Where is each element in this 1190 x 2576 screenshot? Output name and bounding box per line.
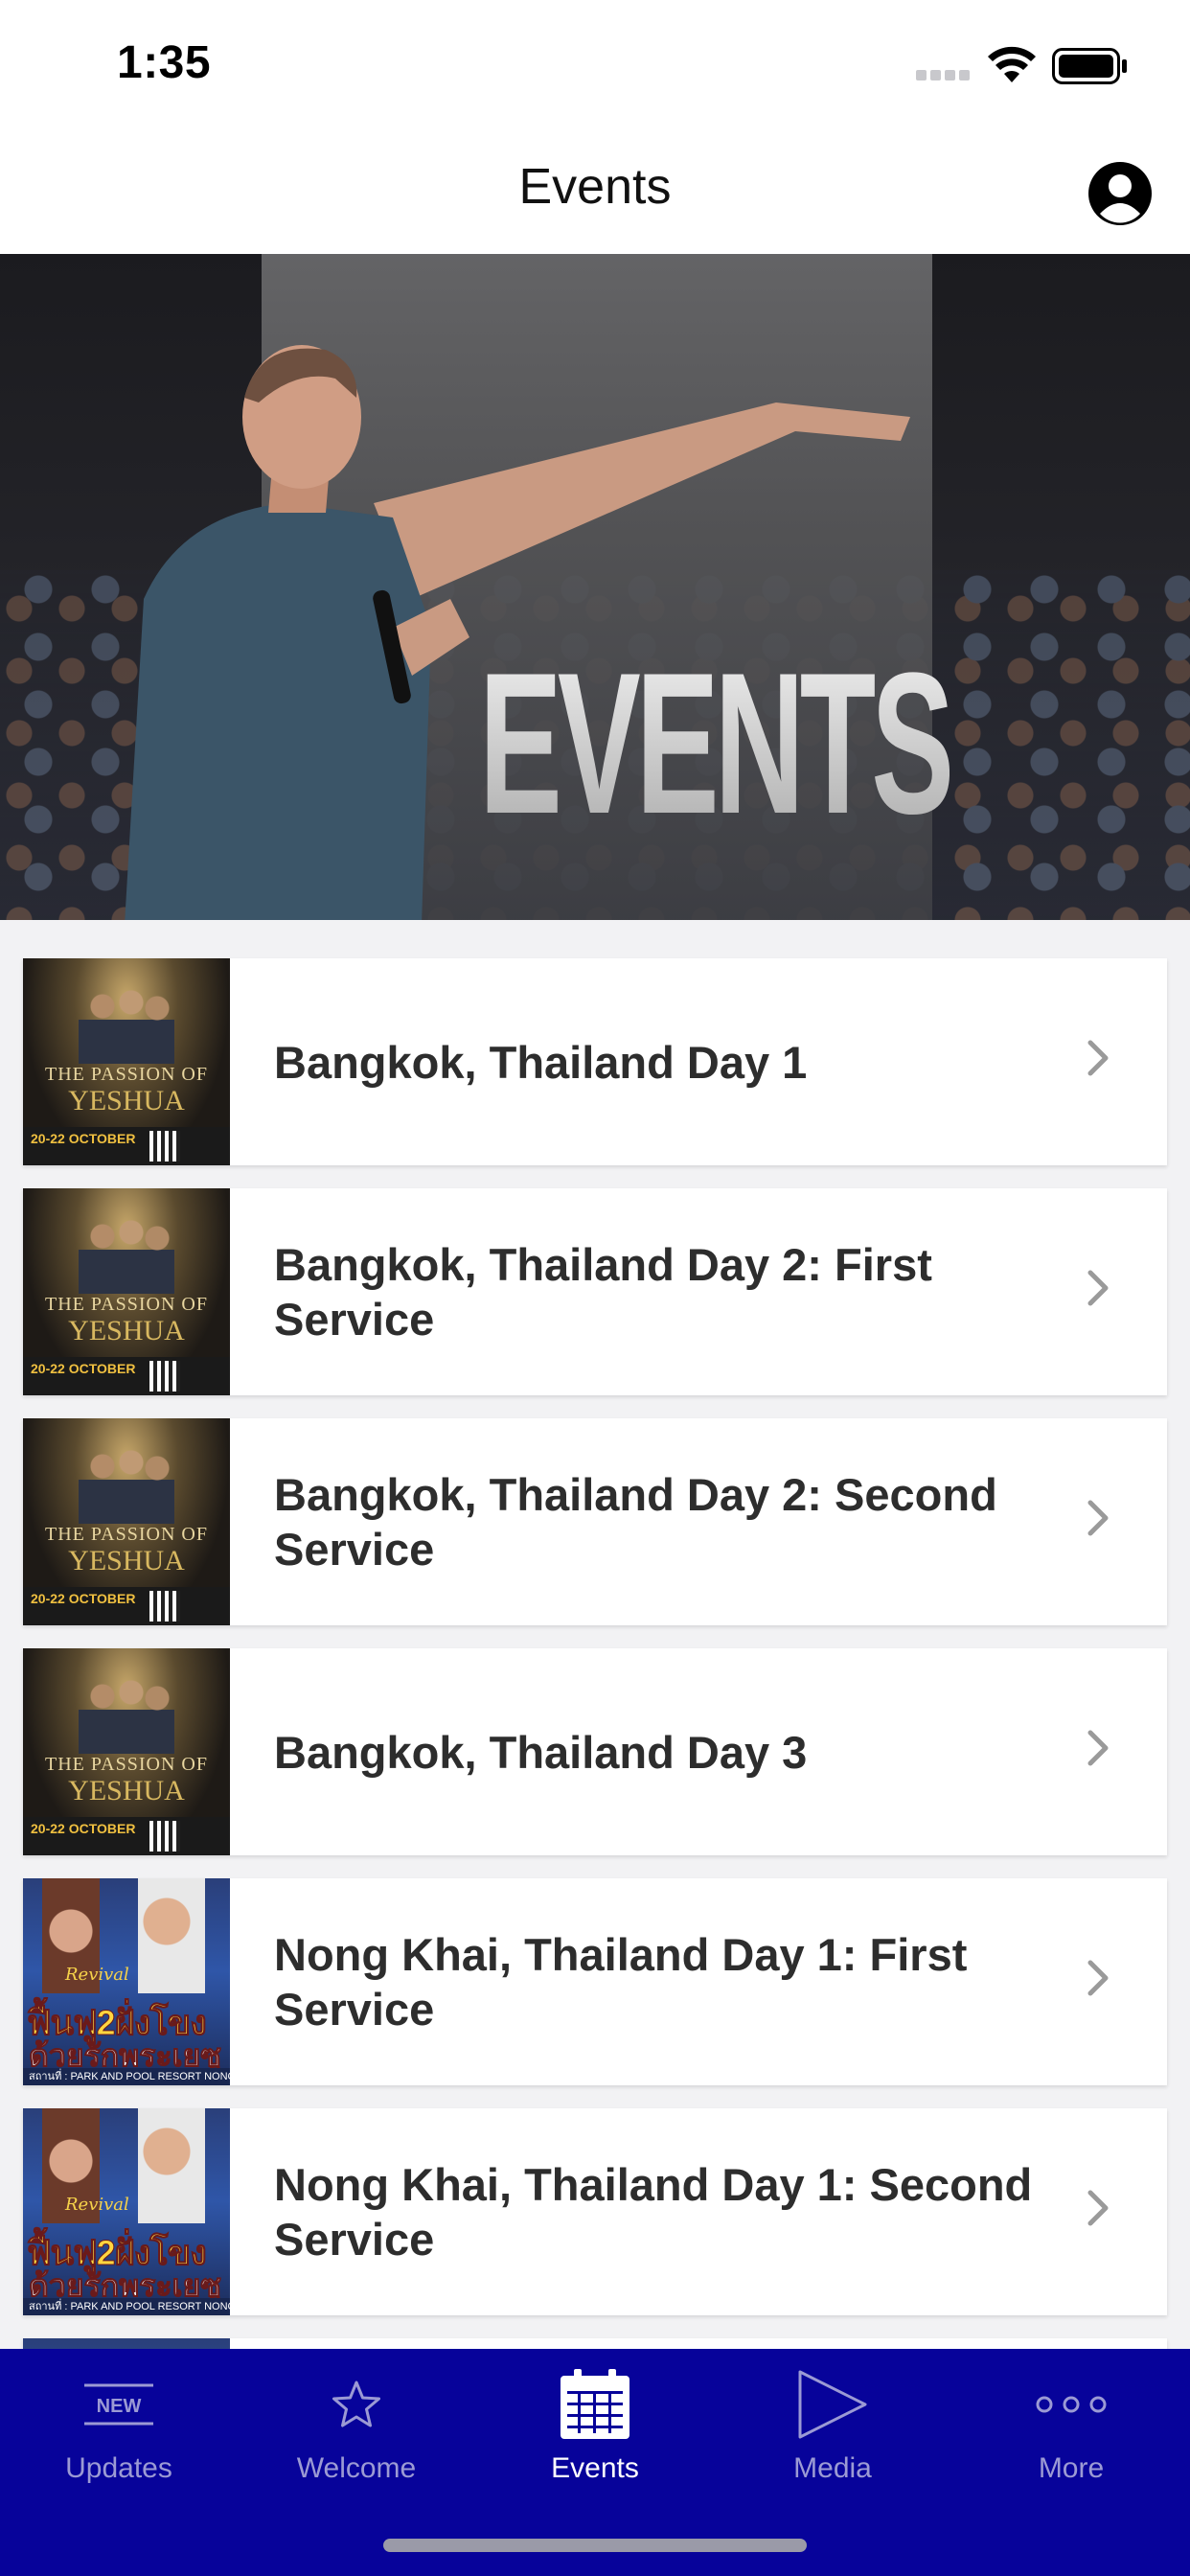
event-card[interactable]: THE PASSION OF YESHUA 20-22 OCTOBER Bang… — [23, 1648, 1167, 1855]
tab-label: More — [1038, 2452, 1105, 2484]
home-indicator[interactable] — [383, 2539, 807, 2552]
profile-icon[interactable] — [1087, 160, 1154, 227]
thumbnail-date: 20-22 OCTOBER — [31, 1361, 136, 1376]
event-thumbnail: THE PASSION OF YESHUA 20-22 OCTOBER — [23, 1418, 230, 1625]
chevron-right-icon — [1087, 1500, 1109, 1536]
tab-media[interactable]: Media — [714, 2349, 951, 2493]
thumbnail-title: THE PASSION OF — [45, 1064, 208, 1085]
event-card[interactable]: Revival ฟื้นฟู2ฝั่งโขง ด้วยรักพระเยซู สถ… — [23, 2108, 1167, 2315]
wifi-icon — [988, 46, 1036, 82]
chevron-right-icon — [1087, 1270, 1109, 1306]
chevron-right-icon — [1087, 1040, 1109, 1076]
event-title: Bangkok, Thailand Day 3 — [274, 1726, 808, 1778]
hero-banner: EVENTS — [0, 254, 1190, 920]
event-card[interactable]: THE PASSION OF YESHUA 20-22 OCTOBER Bang… — [23, 958, 1167, 1165]
page-title: Events — [518, 159, 672, 215]
new-badge-icon: NEW — [84, 2383, 153, 2426]
status-time: 1:35 — [117, 37, 212, 88]
chevron-right-icon — [1087, 1960, 1109, 1996]
thumbnail-script: Revival — [65, 1965, 129, 1985]
event-card[interactable]: THE PASSION OF YESHUA 20-22 OCTOBER Bang… — [23, 1188, 1167, 1395]
calendar-icon — [561, 2369, 629, 2439]
thumbnail-title: THE PASSION OF — [45, 1294, 208, 1315]
tab-label: Events — [551, 2452, 639, 2484]
thumbnail-date: 20-22 OCTOBER — [31, 1591, 136, 1606]
tab-updates[interactable]: NEW Updates — [0, 2349, 238, 2493]
thumbnail-title: THE PASSION OF — [45, 1524, 208, 1545]
chevron-right-icon — [1087, 1730, 1109, 1766]
new-badge-text: NEW — [97, 2396, 142, 2417]
chevron-right-icon — [1087, 2190, 1109, 2226]
thumbnail-name: YESHUA — [68, 1775, 185, 1806]
thumbnail-name: YESHUA — [68, 1545, 185, 1576]
event-thumbnail: THE PASSION OF YESHUA 20-22 OCTOBER — [23, 958, 230, 1165]
thumbnail-footer: สถานที่ : PARK AND POOL RESORT NONGKAI — [23, 2068, 230, 2085]
play-icon — [798, 2370, 867, 2439]
event-title: Nong Khai, Thailand Day 1: Second Servic… — [274, 2159, 1033, 2265]
thumbnail-script: Revival — [65, 2195, 129, 2215]
star-icon — [332, 2380, 380, 2427]
tab-events[interactable]: Events — [476, 2349, 714, 2493]
status-bar: 1:35 — [0, 0, 1190, 129]
thumbnail-date: 20-22 OCTOBER — [31, 1821, 136, 1836]
tab-label: Updates — [65, 2452, 172, 2484]
battery-icon — [1052, 48, 1127, 84]
event-title: Bangkok, Thailand Day 2: First Service — [274, 1239, 932, 1345]
cellular-signal-icon — [916, 70, 972, 81]
thumbnail-name: YESHUA — [68, 1085, 185, 1116]
thumbnail-title: THE PASSION OF — [45, 1754, 208, 1775]
event-card[interactable]: Revival ฟื้นฟู2ฝั่งโขง ด้วยรักพระเยซู สถ… — [23, 1878, 1167, 2085]
hero-title: EVENTS — [479, 628, 954, 860]
more-dots-icon — [1036, 2396, 1107, 2413]
event-title: Bangkok, Thailand Day 1 — [274, 1036, 808, 1088]
event-title: Bangkok, Thailand Day 2: Second Service — [274, 1469, 997, 1575]
tab-more[interactable]: More — [952, 2349, 1190, 2493]
event-thumbnail: THE PASSION OF YESHUA 20-22 OCTOBER — [23, 1648, 230, 1855]
event-title: Nong Khai, Thailand Day 1: First Service — [274, 1929, 968, 2035]
thumbnail-footer: สถานที่ : PARK AND POOL RESORT NONGKAI — [23, 2298, 230, 2315]
thumbnail-date: 20-22 OCTOBER — [31, 1131, 136, 1146]
nav-header: Events — [0, 129, 1190, 254]
event-thumbnail: Revival ฟื้นฟู2ฝั่งโขง ด้วยรักพระเยซู สถ… — [23, 1878, 230, 2085]
tab-label: Media — [793, 2452, 872, 2484]
event-card[interactable]: THE PASSION OF YESHUA 20-22 OCTOBER Bang… — [23, 1418, 1167, 1625]
event-thumbnail: THE PASSION OF YESHUA 20-22 OCTOBER — [23, 1188, 230, 1395]
tab-welcome[interactable]: Welcome — [238, 2349, 475, 2493]
thumbnail-name: YESHUA — [68, 1315, 185, 1346]
event-thumbnail: Revival ฟื้นฟู2ฝั่งโขง ด้วยรักพระเยซู สถ… — [23, 2108, 230, 2315]
tab-label: Welcome — [296, 2452, 417, 2484]
